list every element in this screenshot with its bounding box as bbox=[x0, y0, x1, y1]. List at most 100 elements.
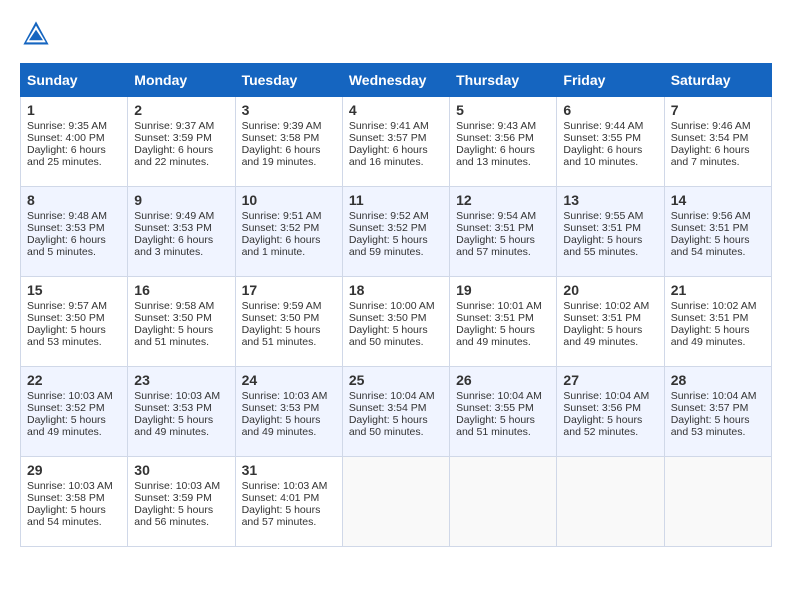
sunrise-text: Sunrise: 9:56 AM bbox=[671, 210, 751, 222]
sunrise-text: Sunrise: 10:04 AM bbox=[349, 390, 435, 402]
day-number: 27 bbox=[563, 372, 657, 388]
sunset-text: Sunset: 3:53 PM bbox=[242, 402, 320, 414]
day-number: 5 bbox=[456, 102, 550, 118]
day-number: 14 bbox=[671, 192, 765, 208]
day-number: 3 bbox=[242, 102, 336, 118]
sunrise-text: Sunrise: 10:04 AM bbox=[456, 390, 542, 402]
daylight-text: Daylight: 6 hours and 10 minutes. bbox=[563, 144, 642, 168]
header-saturday: Saturday bbox=[664, 64, 771, 97]
daylight-text: Daylight: 6 hours and 22 minutes. bbox=[134, 144, 213, 168]
sunrise-text: Sunrise: 9:52 AM bbox=[349, 210, 429, 222]
header-monday: Monday bbox=[128, 64, 235, 97]
sunrise-text: Sunrise: 9:48 AM bbox=[27, 210, 107, 222]
daylight-text: Daylight: 5 hours and 49 minutes. bbox=[671, 324, 750, 348]
calendar-cell: 18Sunrise: 10:00 AMSunset: 3:50 PMDaylig… bbox=[342, 277, 449, 367]
daylight-text: Daylight: 5 hours and 57 minutes. bbox=[456, 234, 535, 258]
calendar-cell: 23Sunrise: 10:03 AMSunset: 3:53 PMDaylig… bbox=[128, 367, 235, 457]
daylight-text: Daylight: 6 hours and 1 minute. bbox=[242, 234, 321, 258]
sunrise-text: Sunrise: 9:51 AM bbox=[242, 210, 322, 222]
sunset-text: Sunset: 3:50 PM bbox=[242, 312, 320, 324]
sunrise-text: Sunrise: 10:00 AM bbox=[349, 300, 435, 312]
daylight-text: Daylight: 6 hours and 19 minutes. bbox=[242, 144, 321, 168]
sunset-text: Sunset: 3:51 PM bbox=[671, 222, 749, 234]
calendar-week-row: 15Sunrise: 9:57 AMSunset: 3:50 PMDayligh… bbox=[21, 277, 772, 367]
sunset-text: Sunset: 4:01 PM bbox=[242, 492, 320, 504]
sunrise-text: Sunrise: 9:54 AM bbox=[456, 210, 536, 222]
daylight-text: Daylight: 6 hours and 13 minutes. bbox=[456, 144, 535, 168]
calendar-cell: 19Sunrise: 10:01 AMSunset: 3:51 PMDaylig… bbox=[450, 277, 557, 367]
day-number: 10 bbox=[242, 192, 336, 208]
sunset-text: Sunset: 3:50 PM bbox=[134, 312, 212, 324]
day-number: 23 bbox=[134, 372, 228, 388]
sunset-text: Sunset: 3:57 PM bbox=[671, 402, 749, 414]
day-number: 9 bbox=[134, 192, 228, 208]
calendar-cell: 29Sunrise: 10:03 AMSunset: 3:58 PMDaylig… bbox=[21, 457, 128, 547]
calendar-cell bbox=[557, 457, 664, 547]
sunset-text: Sunset: 3:53 PM bbox=[134, 222, 212, 234]
calendar-cell bbox=[450, 457, 557, 547]
daylight-text: Daylight: 5 hours and 59 minutes. bbox=[349, 234, 428, 258]
sunset-text: Sunset: 3:53 PM bbox=[134, 402, 212, 414]
daylight-text: Daylight: 5 hours and 55 minutes. bbox=[563, 234, 642, 258]
daylight-text: Daylight: 6 hours and 25 minutes. bbox=[27, 144, 106, 168]
sunset-text: Sunset: 3:56 PM bbox=[456, 132, 534, 144]
sunset-text: Sunset: 3:57 PM bbox=[349, 132, 427, 144]
daylight-text: Daylight: 5 hours and 52 minutes. bbox=[563, 414, 642, 438]
day-number: 18 bbox=[349, 282, 443, 298]
calendar-cell: 8Sunrise: 9:48 AMSunset: 3:53 PMDaylight… bbox=[21, 187, 128, 277]
sunset-text: Sunset: 3:51 PM bbox=[456, 222, 534, 234]
day-number: 29 bbox=[27, 462, 121, 478]
sunrise-text: Sunrise: 9:37 AM bbox=[134, 120, 214, 132]
day-number: 6 bbox=[563, 102, 657, 118]
sunset-text: Sunset: 3:58 PM bbox=[242, 132, 320, 144]
daylight-text: Daylight: 5 hours and 49 minutes. bbox=[456, 324, 535, 348]
day-number: 4 bbox=[349, 102, 443, 118]
sunset-text: Sunset: 3:52 PM bbox=[349, 222, 427, 234]
calendar-cell: 17Sunrise: 9:59 AMSunset: 3:50 PMDayligh… bbox=[235, 277, 342, 367]
daylight-text: Daylight: 5 hours and 49 minutes. bbox=[242, 414, 321, 438]
calendar-cell: 7Sunrise: 9:46 AMSunset: 3:54 PMDaylight… bbox=[664, 97, 771, 187]
sunrise-text: Sunrise: 10:04 AM bbox=[563, 390, 649, 402]
sunrise-text: Sunrise: 9:58 AM bbox=[134, 300, 214, 312]
calendar-cell: 2Sunrise: 9:37 AMSunset: 3:59 PMDaylight… bbox=[128, 97, 235, 187]
daylight-text: Daylight: 5 hours and 49 minutes. bbox=[134, 414, 213, 438]
sunset-text: Sunset: 3:54 PM bbox=[671, 132, 749, 144]
sunrise-text: Sunrise: 9:41 AM bbox=[349, 120, 429, 132]
logo-icon bbox=[22, 20, 50, 48]
day-number: 25 bbox=[349, 372, 443, 388]
page-header bbox=[20, 20, 772, 53]
calendar-cell: 10 Sunrise: 9:51 AMSunset: 3:52 PMDayligh… bbox=[235, 187, 342, 277]
header-wednesday: Wednesday bbox=[342, 64, 449, 97]
day-number: 26 bbox=[456, 372, 550, 388]
calendar-cell: 21Sunrise: 10:02 AMSunset: 3:51 PMDaylig… bbox=[664, 277, 771, 367]
day-number: 31 bbox=[242, 462, 336, 478]
header-sunday: Sunday bbox=[21, 64, 128, 97]
sunset-text: Sunset: 3:50 PM bbox=[349, 312, 427, 324]
header-thursday: Thursday bbox=[450, 64, 557, 97]
sunrise-text: Sunrise: 9:46 AM bbox=[671, 120, 751, 132]
sunrise-text: Sunrise: 10:01 AM bbox=[456, 300, 542, 312]
sunrise-text: Sunrise: 9:59 AM bbox=[242, 300, 322, 312]
daylight-text: Daylight: 5 hours and 51 minutes. bbox=[134, 324, 213, 348]
calendar-cell: 26Sunrise: 10:04 AMSunset: 3:55 PMDaylig… bbox=[450, 367, 557, 457]
sunrise-text: Sunrise: 9:44 AM bbox=[563, 120, 643, 132]
day-number: 21 bbox=[671, 282, 765, 298]
sunset-text: Sunset: 3:58 PM bbox=[27, 492, 105, 504]
sunrise-text: Sunrise: 10:04 AM bbox=[671, 390, 757, 402]
calendar-cell: 27Sunrise: 10:04 AMSunset: 3:56 PMDaylig… bbox=[557, 367, 664, 457]
calendar-cell bbox=[664, 457, 771, 547]
sunrise-text: Sunrise: 9:57 AM bbox=[27, 300, 107, 312]
day-number: 2 bbox=[134, 102, 228, 118]
day-number: 7 bbox=[671, 102, 765, 118]
daylight-text: Daylight: 5 hours and 57 minutes. bbox=[242, 504, 321, 528]
sunset-text: Sunset: 3:50 PM bbox=[27, 312, 105, 324]
sunset-text: Sunset: 3:52 PM bbox=[242, 222, 320, 234]
day-number: 15 bbox=[27, 282, 121, 298]
daylight-text: Daylight: 5 hours and 54 minutes. bbox=[671, 234, 750, 258]
day-number: 20 bbox=[563, 282, 657, 298]
sunrise-text: Sunrise: 9:55 AM bbox=[563, 210, 643, 222]
calendar-cell: 13Sunrise: 9:55 AMSunset: 3:51 PMDayligh… bbox=[557, 187, 664, 277]
calendar-week-row: 22Sunrise: 10:03 AMSunset: 3:52 PMDaylig… bbox=[21, 367, 772, 457]
day-number: 28 bbox=[671, 372, 765, 388]
calendar-cell: 5Sunrise: 9:43 AMSunset: 3:56 PMDaylight… bbox=[450, 97, 557, 187]
